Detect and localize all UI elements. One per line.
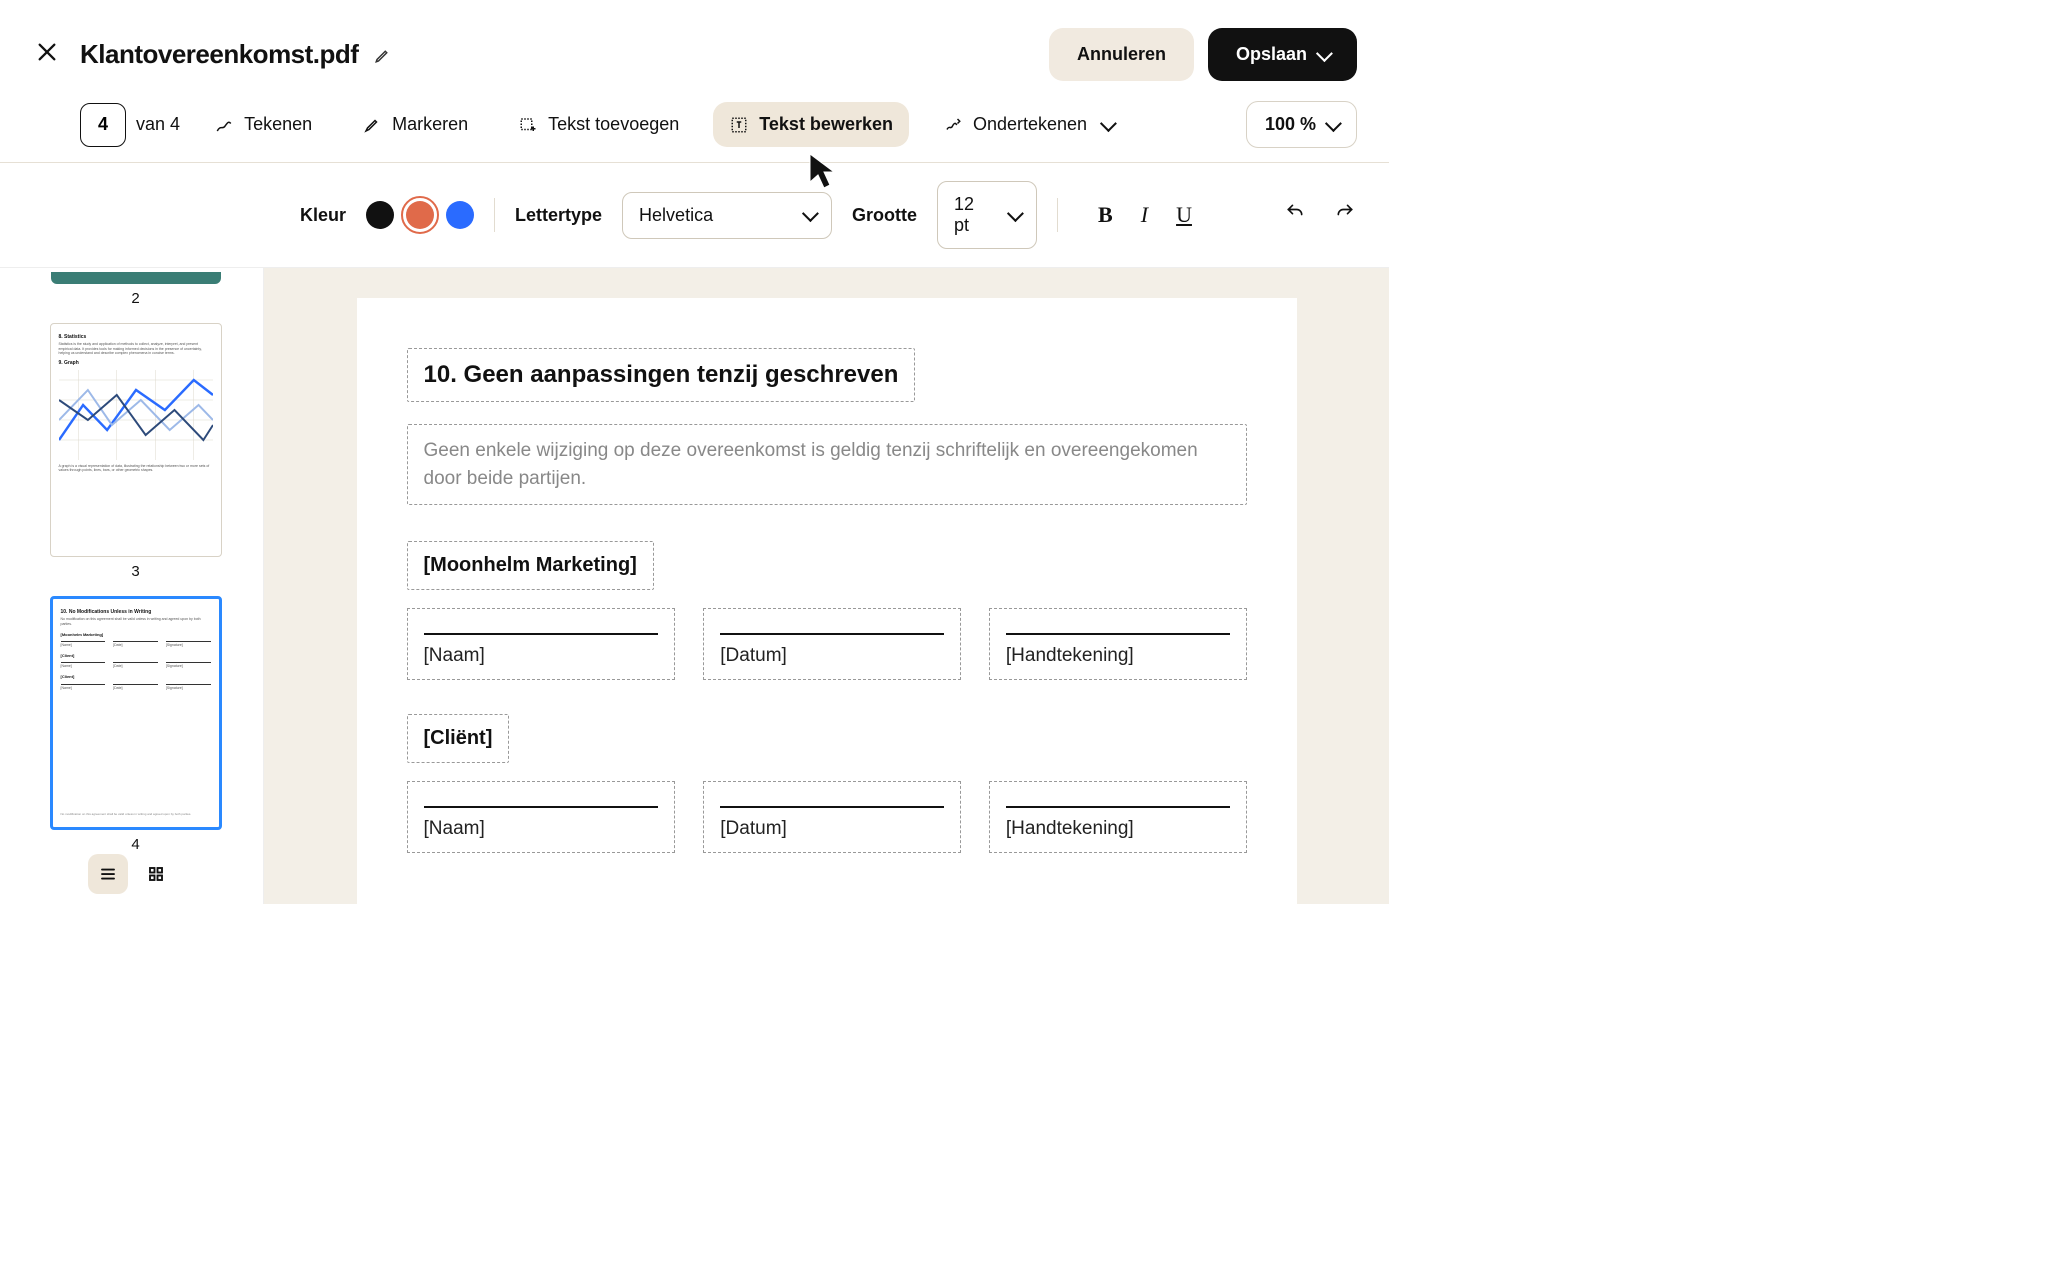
- sig-name-2[interactable]: [Naam]: [407, 781, 676, 853]
- save-button[interactable]: Opslaan: [1208, 28, 1357, 81]
- size-value: 12 pt: [954, 194, 994, 236]
- section-heading[interactable]: 10. Geen aanpassingen tenzij geschreven: [407, 348, 916, 402]
- undo-button[interactable]: [1283, 202, 1307, 228]
- document-title: Klantovereenkomst.pdf: [80, 39, 358, 70]
- font-label: Lettertype: [515, 205, 602, 226]
- toolbar: van 4 Tekenen Markeren Tekst toevoegen T…: [0, 101, 1389, 163]
- size-select[interactable]: 12 pt: [937, 181, 1037, 249]
- swatch-black[interactable]: [366, 201, 394, 229]
- redo-button[interactable]: [1333, 202, 1357, 228]
- main: 2 8. Statistics Statistics is the study …: [0, 268, 1389, 904]
- thumb-label: 2: [28, 290, 243, 307]
- chevron-down-icon: [1007, 205, 1024, 222]
- party-2-label[interactable]: [Cliënt]: [407, 714, 510, 763]
- party-1-label[interactable]: [Moonhelm Marketing]: [407, 541, 654, 590]
- tool-sign[interactable]: Ondertekenen: [927, 102, 1129, 147]
- add-text-icon: [518, 115, 538, 135]
- thumbnail-2-partial[interactable]: 2: [28, 272, 243, 307]
- tool-draw[interactable]: Tekenen: [198, 102, 328, 147]
- text-edit-toolbar: Kleur Lettertype Helvetica Grootte 12 pt…: [0, 163, 1389, 268]
- thumb-label: 3: [28, 563, 243, 580]
- sign-icon: [943, 115, 963, 135]
- sig-name-1[interactable]: [Naam]: [407, 608, 676, 680]
- zoom-value: 100 %: [1265, 114, 1316, 135]
- swatch-orange[interactable]: [406, 201, 434, 229]
- chevron-down-icon: [802, 205, 819, 222]
- thumbnail-sidebar: 2 8. Statistics Statistics is the study …: [0, 268, 264, 904]
- chevron-down-icon: [1325, 115, 1342, 132]
- page-total-label: van 4: [136, 114, 180, 135]
- size-label: Grootte: [852, 205, 917, 226]
- page-4: 10. Geen aanpassingen tenzij geschreven …: [357, 298, 1297, 904]
- chevron-down-icon: [1316, 45, 1333, 62]
- rename-icon[interactable]: [374, 46, 392, 64]
- tool-edit-text[interactable]: Tekst bewerken: [713, 102, 909, 147]
- page-number-input[interactable]: [80, 103, 126, 147]
- save-label: Opslaan: [1236, 44, 1307, 65]
- zoom-select[interactable]: 100 %: [1246, 101, 1357, 148]
- draw-icon: [214, 115, 234, 135]
- highlight-icon: [362, 115, 382, 135]
- header: Klantovereenkomst.pdf Annuleren Opslaan: [0, 0, 1389, 101]
- swatch-blue[interactable]: [446, 201, 474, 229]
- canvas-area[interactable]: 10. Geen aanpassingen tenzij geschreven …: [264, 268, 1389, 904]
- close-button[interactable]: [32, 39, 62, 70]
- thumbnail-3[interactable]: 8. Statistics Statistics is the study an…: [50, 323, 222, 557]
- cancel-button[interactable]: Annuleren: [1049, 28, 1194, 81]
- section-body[interactable]: Geen enkele wijziging op deze overeenkom…: [407, 424, 1247, 505]
- thumb-label: 4: [28, 836, 243, 853]
- grid-view-button[interactable]: [136, 854, 176, 894]
- thumbnail-4[interactable]: 10. No Modifications Unless in Writing N…: [50, 596, 222, 830]
- signature-row-2: [Naam] [Datum] [Handtekening]: [407, 781, 1247, 853]
- divider: [1057, 198, 1058, 232]
- font-value: Helvetica: [639, 205, 713, 226]
- list-view-button[interactable]: [88, 854, 128, 894]
- page-indicator: van 4: [80, 103, 180, 147]
- italic-button[interactable]: I: [1141, 202, 1148, 228]
- sig-date-2[interactable]: [Datum]: [703, 781, 961, 853]
- underline-button[interactable]: U: [1176, 202, 1192, 228]
- sig-date-1[interactable]: [Datum]: [703, 608, 961, 680]
- color-label: Kleur: [300, 205, 346, 226]
- divider: [494, 198, 495, 232]
- color-swatches: [366, 201, 474, 229]
- view-toggle: [88, 854, 176, 894]
- tool-highlight[interactable]: Markeren: [346, 102, 484, 147]
- sig-signature-2[interactable]: [Handtekening]: [989, 781, 1247, 853]
- font-select[interactable]: Helvetica: [622, 192, 832, 239]
- edit-text-icon: [729, 115, 749, 135]
- signature-row-1: [Naam] [Datum] [Handtekening]: [407, 608, 1247, 680]
- chevron-down-icon: [1100, 115, 1117, 132]
- sig-signature-1[interactable]: [Handtekening]: [989, 608, 1247, 680]
- bold-button[interactable]: B: [1098, 202, 1113, 228]
- tool-add-text[interactable]: Tekst toevoegen: [502, 102, 695, 147]
